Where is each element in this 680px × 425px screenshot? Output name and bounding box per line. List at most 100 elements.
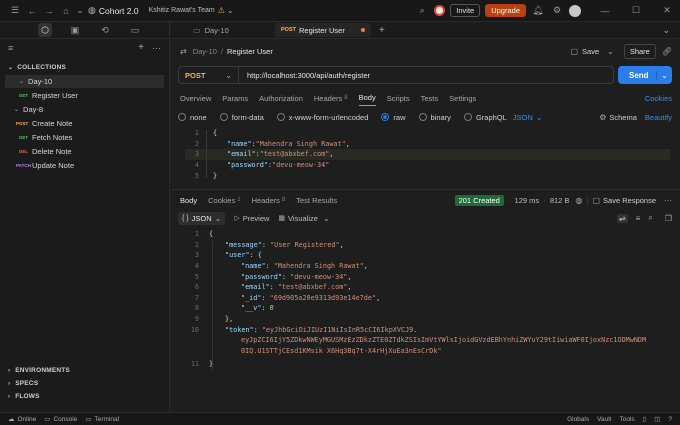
- request-label: Update Note: [32, 161, 75, 170]
- sidebar-item-delete-note[interactable]: DEL Delete Note: [0, 145, 169, 158]
- chevron-down-icon[interactable]: ⌄: [607, 47, 614, 56]
- radio-urlencoded[interactable]: x-www-form-urlencoded: [276, 113, 368, 122]
- response-format-select[interactable]: { } JSON ⌄: [178, 211, 226, 225]
- response-body-viewer[interactable]: 1 { 2 "message": "User Registered", 3 "u…: [185, 229, 670, 389]
- line-number: 5: [194, 272, 199, 281]
- json-key: "token": [225, 325, 254, 334]
- chevron-down-icon[interactable]: ⌄: [656, 70, 668, 80]
- home-icon[interactable]: ⌂: [59, 4, 73, 18]
- profile-avatar[interactable]: [569, 4, 581, 17]
- response-tab-headers[interactable]: Headers 8: [252, 196, 286, 205]
- folder-day-10[interactable]: ⌄ Day-10: [5, 75, 164, 88]
- workspace-switcher[interactable]: ◍ Cohort 2.0: [88, 5, 139, 16]
- more-options-icon[interactable]: ···: [664, 196, 672, 205]
- tab-tests[interactable]: Tests: [421, 94, 439, 103]
- share-button[interactable]: Share: [623, 43, 656, 59]
- preview-button[interactable]: ▷ Preview: [234, 214, 269, 223]
- help-icon[interactable]: ?: [668, 416, 672, 423]
- beautify-button[interactable]: Beautify: [645, 113, 672, 122]
- sidebar-item-fetch-notes[interactable]: GET Fetch Notes: [0, 131, 169, 144]
- radio-form-data[interactable]: form-data: [219, 113, 264, 122]
- vault-button[interactable]: Vault: [597, 416, 611, 423]
- flows-icon[interactable]: ▭: [128, 23, 142, 37]
- upgrade-button[interactable]: Upgrade: [485, 4, 526, 17]
- flows-section[interactable]: › FLOWS: [0, 390, 169, 403]
- tab-overview[interactable]: Overview: [180, 94, 211, 103]
- status-badge[interactable]: 201 Created: [454, 194, 504, 206]
- response-tab-cookies[interactable]: Cookies 1: [208, 196, 240, 205]
- copy-icon[interactable]: ❐: [665, 214, 672, 223]
- line-number: 1: [194, 129, 199, 138]
- split-view-icon[interactable]: ◫: [654, 415, 660, 423]
- send-button[interactable]: Send: [629, 71, 649, 80]
- specs-section[interactable]: › SPECS: [0, 377, 169, 390]
- online-status[interactable]: ☁ Online: [8, 415, 36, 424]
- url-input[interactable]: http://localhost:3000/api/auth/register: [247, 71, 370, 80]
- body-format-select[interactable]: JSON ⌄: [513, 113, 543, 122]
- environments-icon[interactable]: ▣: [68, 23, 82, 37]
- radio-raw[interactable]: raw: [381, 113, 406, 122]
- tab-params[interactable]: Params: [222, 94, 248, 103]
- tab-body[interactable]: Body: [358, 93, 376, 106]
- team-switcher[interactable]: Kshitiz Rawat's Team ⚠ ⌄: [149, 6, 234, 15]
- breadcrumb-title[interactable]: Register User: [227, 47, 273, 56]
- filter-icon[interactable]: ≡: [8, 43, 13, 53]
- sidebar-item-register-user[interactable]: GET Register User: [0, 89, 169, 102]
- minimize-icon[interactable]: —: [598, 4, 612, 18]
- environments-section[interactable]: › ENVIRONMENTS: [0, 364, 169, 377]
- response-size[interactable]: 812 B: [550, 196, 570, 205]
- tab-authorization[interactable]: Authorization: [259, 94, 303, 103]
- comma: ,: [345, 139, 350, 148]
- forward-icon[interactable]: →: [42, 4, 56, 18]
- history-icon[interactable]: ⟲: [98, 23, 112, 37]
- sidebar-item-update-note[interactable]: PATCH Update Note: [0, 159, 169, 172]
- response-tab-test-results[interactable]: Test Results: [296, 196, 337, 205]
- collections-icon[interactable]: ⬡: [38, 23, 52, 37]
- tab-headers[interactable]: Headers 8: [314, 94, 348, 103]
- invite-button[interactable]: Invite: [450, 4, 481, 17]
- tools-button[interactable]: Tools: [619, 416, 634, 423]
- wrap-lines-icon[interactable]: ⇌: [616, 213, 628, 223]
- terminal-button[interactable]: ▭ Terminal: [85, 415, 119, 424]
- breadcrumb-folder[interactable]: Day-10: [193, 47, 217, 56]
- radio-graphql[interactable]: GraphQL: [463, 113, 507, 122]
- console-button[interactable]: ▭ Console: [44, 415, 77, 424]
- globals-button[interactable]: Globals: [567, 416, 589, 423]
- method-select[interactable]: POST ⌄: [179, 67, 239, 83]
- bell-icon[interactable]: 🔔︎: [531, 4, 545, 18]
- save-response-button[interactable]: Save Response: [603, 196, 656, 205]
- request-body-editor[interactable]: 1 { 2 "name": "Mahendra Singh Rawat", 3 "…: [185, 128, 670, 183]
- back-icon[interactable]: ←: [25, 4, 39, 18]
- tab-scripts[interactable]: Scripts: [387, 94, 410, 103]
- search-icon[interactable]: ⌕: [648, 213, 652, 223]
- schema-button[interactable]: ⚙ Schema: [599, 113, 637, 122]
- code-line: 4 "name": "Mahendra Singh Rawat",: [185, 261, 670, 272]
- search-icon[interactable]: ⌕: [415, 4, 429, 18]
- close-icon[interactable]: ✕: [660, 4, 674, 18]
- divider: [171, 189, 680, 190]
- user-avatar[interactable]: [434, 5, 446, 16]
- maximize-icon[interactable]: ☐: [629, 4, 643, 18]
- link-icon[interactable]: 🔗︎: [662, 47, 672, 56]
- settings-gear-icon[interactable]: ⚙: [550, 4, 564, 18]
- response-tab-body[interactable]: Body: [180, 196, 197, 205]
- chevron-down-icon[interactable]: ⌄: [76, 4, 84, 18]
- radio-binary[interactable]: binary: [418, 113, 451, 122]
- collections-header[interactable]: ⌄ COLLECTIONS: [0, 61, 169, 74]
- json-key: "password": [241, 272, 282, 281]
- response-time[interactable]: 129 ms: [515, 196, 540, 205]
- cookies-link[interactable]: Cookies: [645, 94, 672, 103]
- more-options-icon[interactable]: ···: [152, 43, 161, 53]
- save-button[interactable]: Save: [582, 47, 599, 56]
- add-icon[interactable]: +: [138, 42, 144, 53]
- sidebar-item-create-note[interactable]: POST Create Note: [0, 117, 169, 130]
- layout-icon[interactable]: ▯: [643, 415, 647, 423]
- folder-day-8[interactable]: ⌄ Day-8: [0, 103, 169, 116]
- tab-settings[interactable]: Settings: [449, 94, 476, 103]
- filter-icon[interactable]: ≡: [636, 214, 641, 223]
- menu-icon[interactable]: ☰: [8, 4, 22, 18]
- visualize-button[interactable]: ▦ Visualize ⌄: [278, 214, 329, 223]
- radio-none[interactable]: none: [178, 113, 207, 122]
- body-type-selector: none form-data x-www-form-urlencoded raw…: [178, 111, 672, 123]
- globe-icon[interactable]: ◍: [575, 196, 582, 205]
